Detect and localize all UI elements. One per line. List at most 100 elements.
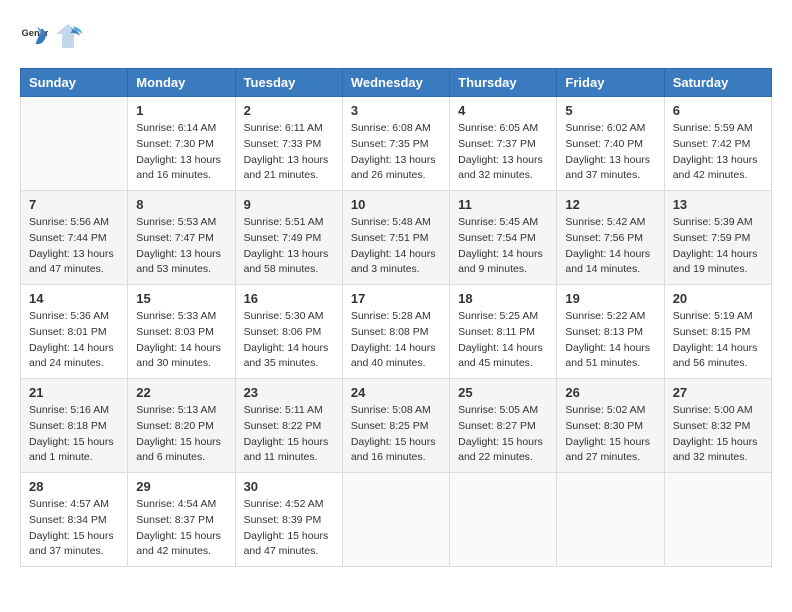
calendar-cell-2-4: 18Sunrise: 5:25 AMSunset: 8:11 PMDayligh… — [450, 285, 557, 379]
calendar-cell-0-1: 1 Sunrise: 6:14 AMSunset: 7:30 PMDaylight… — [128, 97, 235, 191]
header-saturday: Saturday — [664, 69, 771, 97]
day-number: 1 — [136, 103, 226, 118]
day-number: 25 — [458, 385, 548, 400]
day-number: 7 — [29, 197, 119, 212]
day-info: Sunrise: 4:57 AMSunset: 8:34 PMDaylight:… — [29, 497, 119, 560]
calendar-cell-2-2: 16 Sunrise: 5:30 AMSunset: 8:06 PMDayligh… — [235, 285, 342, 379]
day-info: Sunrise: 5:30 AMSunset: 8:06 PMDaylight:… — [244, 309, 334, 372]
day-info: Sunrise: 5:05 AMSunset: 8:27 PMDaylight:… — [458, 403, 548, 466]
calendar-cell-3-0: 21 Sunrise: 5:16 AMSunset: 8:18 PMDayligh… — [21, 379, 128, 473]
day-info: Sunrise: 5:08 AMSunset: 8:25 PMDaylight:… — [351, 403, 441, 466]
calendar-header-row: SundayMondayTuesdayWednesdayThursdayFrid… — [21, 69, 772, 97]
calendar-cell-0-2: 2 Sunrise: 6:11 AMSunset: 7:33 PMDaylight… — [235, 97, 342, 191]
day-info: Sunrise: 5:11 AMSunset: 8:22 PMDaylight:… — [244, 403, 334, 466]
logo: General — [20, 20, 86, 52]
calendar-cell-4-6 — [664, 473, 771, 567]
day-info: Sunrise: 4:52 AMSunset: 8:39 PMDaylight:… — [244, 497, 334, 560]
day-info: Sunrise: 5:53 AMSunset: 7:47 PMDaylight:… — [136, 215, 226, 278]
calendar-cell-1-2: 9 Sunrise: 5:51 AMSunset: 7:49 PMDaylight… — [235, 191, 342, 285]
week-row-2: 7 Sunrise: 5:56 AMSunset: 7:44 PMDaylight… — [21, 191, 772, 285]
calendar-cell-1-3: 10 Sunrise: 5:48 AMSunset: 7:51 PMDayligh… — [342, 191, 449, 285]
calendar-cell-1-0: 7 Sunrise: 5:56 AMSunset: 7:44 PMDaylight… — [21, 191, 128, 285]
day-number: 12 — [565, 197, 655, 212]
header-monday: Monday — [128, 69, 235, 97]
calendar-cell-1-4: 11Sunrise: 5:45 AMSunset: 7:54 PMDayligh… — [450, 191, 557, 285]
day-info: Sunrise: 6:05 AMSunset: 7:37 PMDaylight:… — [458, 121, 548, 184]
calendar-cell-1-1: 8 Sunrise: 5:53 AMSunset: 7:47 PMDaylight… — [128, 191, 235, 285]
day-number: 29 — [136, 479, 226, 494]
day-number: 20 — [673, 291, 763, 306]
day-number: 10 — [351, 197, 441, 212]
day-number: 4 — [458, 103, 548, 118]
calendar-cell-4-2: 30 Sunrise: 4:52 AMSunset: 8:39 PMDayligh… — [235, 473, 342, 567]
day-info: Sunrise: 5:33 AMSunset: 8:03 PMDaylight:… — [136, 309, 226, 372]
day-info: Sunrise: 5:51 AMSunset: 7:49 PMDaylight:… — [244, 215, 334, 278]
calendar-table: SundayMondayTuesdayWednesdayThursdayFrid… — [20, 68, 772, 567]
logo-bird-icon — [52, 20, 84, 52]
calendar-cell-3-4: 25 Sunrise: 5:05 AMSunset: 8:27 PMDayligh… — [450, 379, 557, 473]
day-info: Sunrise: 6:08 AMSunset: 7:35 PMDaylight:… — [351, 121, 441, 184]
calendar-cell-3-5: 26Sunrise: 5:02 AMSunset: 8:30 PMDayligh… — [557, 379, 664, 473]
day-number: 14 — [29, 291, 119, 306]
day-number: 19 — [565, 291, 655, 306]
calendar-cell-4-5 — [557, 473, 664, 567]
day-number: 28 — [29, 479, 119, 494]
day-number: 2 — [244, 103, 334, 118]
day-number: 3 — [351, 103, 441, 118]
day-info: Sunrise: 6:02 AMSunset: 7:40 PMDaylight:… — [565, 121, 655, 184]
day-info: Sunrise: 5:59 AMSunset: 7:42 PMDaylight:… — [673, 121, 763, 184]
calendar-cell-0-3: 3 Sunrise: 6:08 AMSunset: 7:35 PMDaylight… — [342, 97, 449, 191]
calendar-cell-0-4: 4 Sunrise: 6:05 AMSunset: 7:37 PMDaylight… — [450, 97, 557, 191]
calendar-cell-3-1: 22 Sunrise: 5:13 AMSunset: 8:20 PMDayligh… — [128, 379, 235, 473]
day-info: Sunrise: 5:48 AMSunset: 7:51 PMDaylight:… — [351, 215, 441, 278]
day-number: 21 — [29, 385, 119, 400]
calendar-cell-0-5: 5 Sunrise: 6:02 AMSunset: 7:40 PMDaylight… — [557, 97, 664, 191]
day-info: Sunrise: 5:36 AMSunset: 8:01 PMDaylight:… — [29, 309, 119, 372]
header: General — [20, 20, 772, 52]
day-number: 17 — [351, 291, 441, 306]
day-info: Sunrise: 5:16 AMSunset: 8:18 PMDaylight:… — [29, 403, 119, 466]
day-info: Sunrise: 5:00 AMSunset: 8:32 PMDaylight:… — [673, 403, 763, 466]
calendar-cell-2-3: 17 Sunrise: 5:28 AMSunset: 8:08 PMDayligh… — [342, 285, 449, 379]
calendar-cell-2-0: 14 Sunrise: 5:36 AMSunset: 8:01 PMDayligh… — [21, 285, 128, 379]
calendar-cell-4-0: 28 Sunrise: 4:57 AMSunset: 8:34 PMDayligh… — [21, 473, 128, 567]
calendar-cell-0-6: 6 Sunrise: 5:59 AMSunset: 7:42 PMDaylight… — [664, 97, 771, 191]
day-number: 15 — [136, 291, 226, 306]
day-number: 24 — [351, 385, 441, 400]
calendar-cell-2-5: 19 Sunrise: 5:22 AMSunset: 8:13 PMDayligh… — [557, 285, 664, 379]
day-number: 23 — [244, 385, 334, 400]
day-number: 30 — [244, 479, 334, 494]
calendar-cell-2-1: 15 Sunrise: 5:33 AMSunset: 8:03 PMDayligh… — [128, 285, 235, 379]
day-info: Sunrise: 5:42 AMSunset: 7:56 PMDaylight:… — [565, 215, 655, 278]
day-number: 16 — [244, 291, 334, 306]
day-number: 9 — [244, 197, 334, 212]
calendar-cell-4-3 — [342, 473, 449, 567]
calendar-cell-3-6: 27Sunrise: 5:00 AMSunset: 8:32 PMDayligh… — [664, 379, 771, 473]
day-number: 22 — [136, 385, 226, 400]
calendar-cell-1-5: 12 Sunrise: 5:42 AMSunset: 7:56 PMDayligh… — [557, 191, 664, 285]
day-number: 13 — [673, 197, 763, 212]
header-sunday: Sunday — [21, 69, 128, 97]
day-info: Sunrise: 6:11 AMSunset: 7:33 PMDaylight:… — [244, 121, 334, 184]
calendar-cell-4-1: 29 Sunrise: 4:54 AMSunset: 8:37 PMDayligh… — [128, 473, 235, 567]
day-info: Sunrise: 6:14 AMSunset: 7:30 PMDaylight:… — [136, 121, 226, 184]
logo-icon: General — [20, 22, 48, 50]
calendar-cell-1-6: 13Sunrise: 5:39 AMSunset: 7:59 PMDayligh… — [664, 191, 771, 285]
calendar-cell-3-2: 23 Sunrise: 5:11 AMSunset: 8:22 PMDayligh… — [235, 379, 342, 473]
calendar-cell-0-0 — [21, 97, 128, 191]
calendar-cell-3-3: 24 Sunrise: 5:08 AMSunset: 8:25 PMDayligh… — [342, 379, 449, 473]
day-info: Sunrise: 5:56 AMSunset: 7:44 PMDaylight:… — [29, 215, 119, 278]
day-info: Sunrise: 5:45 AMSunset: 7:54 PMDaylight:… — [458, 215, 548, 278]
day-info: Sunrise: 5:13 AMSunset: 8:20 PMDaylight:… — [136, 403, 226, 466]
day-number: 26 — [565, 385, 655, 400]
week-row-4: 21 Sunrise: 5:16 AMSunset: 8:18 PMDayligh… — [21, 379, 772, 473]
day-number: 6 — [673, 103, 763, 118]
day-info: Sunrise: 4:54 AMSunset: 8:37 PMDaylight:… — [136, 497, 226, 560]
day-info: Sunrise: 5:22 AMSunset: 8:13 PMDaylight:… — [565, 309, 655, 372]
day-info: Sunrise: 5:25 AMSunset: 8:11 PMDaylight:… — [458, 309, 548, 372]
day-number: 8 — [136, 197, 226, 212]
day-number: 5 — [565, 103, 655, 118]
calendar-cell-4-4 — [450, 473, 557, 567]
week-row-5: 28 Sunrise: 4:57 AMSunset: 8:34 PMDayligh… — [21, 473, 772, 567]
day-info: Sunrise: 5:28 AMSunset: 8:08 PMDaylight:… — [351, 309, 441, 372]
